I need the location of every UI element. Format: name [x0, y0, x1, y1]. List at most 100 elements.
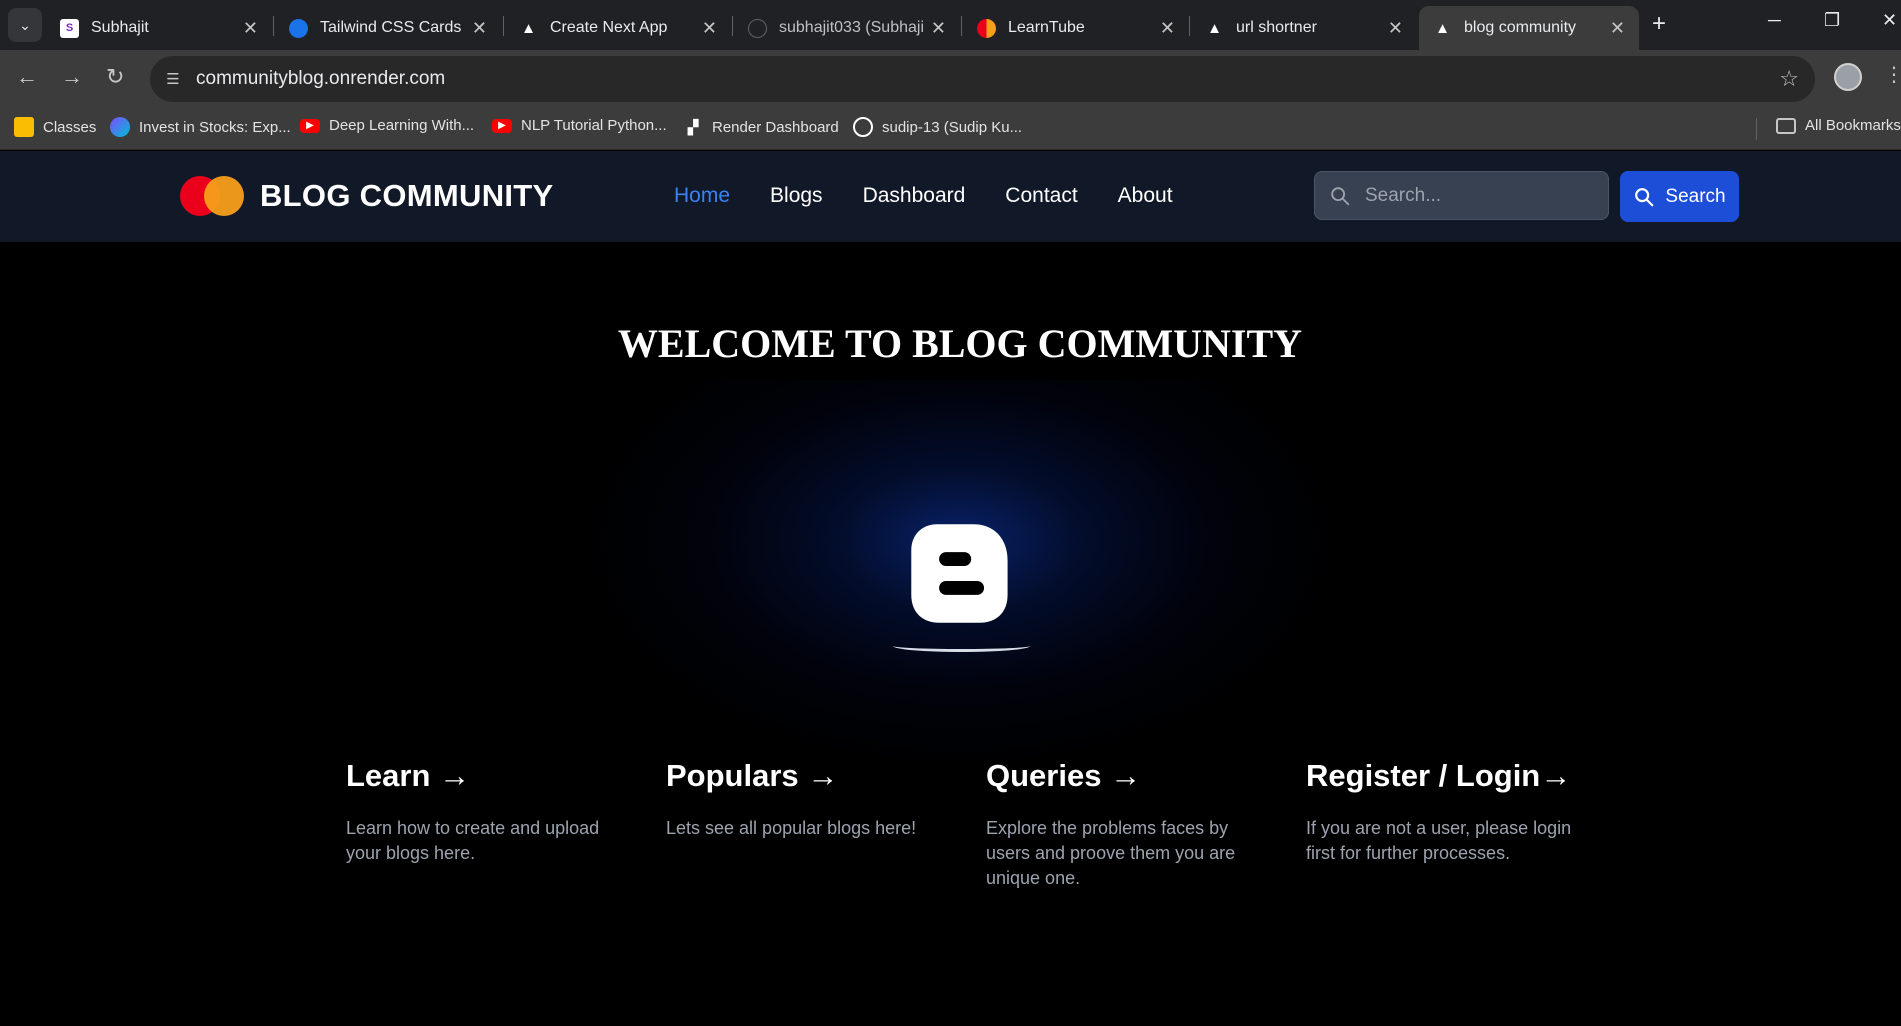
- browser-tabstrip: ⌄ S Subhajit ✕ Tailwind CSS Cards - ✕ ▲ …: [0, 0, 1901, 50]
- feature-card-text: Explore the problems faces by users and …: [986, 818, 1236, 888]
- bookmark-item[interactable]: Classes: [14, 117, 96, 137]
- tab-close-icon[interactable]: ✕: [472, 18, 487, 39]
- folder-icon: [1776, 117, 1796, 134]
- feature-card-title[interactable]: Register / Login→: [1306, 758, 1586, 794]
- site-settings-tune-icon[interactable]: ☰: [162, 68, 184, 90]
- bookmark-label: sudip-13 (Sudip Ku...: [882, 118, 1023, 136]
- feature-card-text: Learn how to create and upload your blog…: [346, 818, 600, 863]
- search-icon: [1635, 187, 1654, 206]
- feature-card-queries[interactable]: Queries → Explore the problems faces by …: [986, 758, 1256, 891]
- feature-card-title[interactable]: Learn →: [346, 758, 626, 794]
- search-button-label: Search: [1665, 185, 1726, 207]
- bookmark-item[interactable]: ▞ Render Dashboard: [683, 117, 839, 137]
- blogger-icon-underline: [893, 640, 1030, 652]
- feature-card-learn[interactable]: Learn → Learn how to create and upload y…: [346, 758, 626, 866]
- browser-tab[interactable]: ▲ url shortner ✕: [1191, 6, 1417, 50]
- feature-card-register-login[interactable]: Register / Login→ If you are not a user,…: [1306, 758, 1586, 866]
- restore-icon[interactable]: ❐: [1824, 10, 1840, 31]
- search-button[interactable]: Search: [1620, 171, 1739, 222]
- tab-title: LearnTube: [1008, 19, 1085, 36]
- feature-card-text: Lets see all popular blogs here!: [666, 818, 917, 838]
- classroom-icon: [14, 117, 34, 137]
- browser-tab-active[interactable]: ▲ blog community ✕: [1419, 6, 1639, 50]
- back-arrow-icon[interactable]: ←: [16, 64, 38, 90]
- all-bookmarks-label: All Bookmarks: [1805, 117, 1901, 134]
- bookmark-label: Render Dashboard: [712, 118, 839, 136]
- bookmark-item[interactable]: sudip-13 (Sudip Ku...: [853, 117, 1022, 137]
- tab-favicon-icon: [289, 18, 308, 38]
- browser-tab[interactable]: LearnTube ✕: [963, 6, 1189, 50]
- site-navbar: BLOG COMMUNITY Home Blogs Dashboard Cont…: [0, 151, 1901, 242]
- nav-link-home[interactable]: Home: [674, 184, 730, 208]
- search-icon: [1331, 187, 1350, 206]
- tab-favicon-icon: S: [60, 18, 79, 38]
- browser-toolbar: ← → ↻ ☰ communityblog.onrender.com ☆ ⋮: [0, 50, 1901, 108]
- brand-name: BLOG COMMUNITY: [260, 178, 554, 213]
- nav-link-about[interactable]: About: [1118, 184, 1173, 208]
- feature-card-populars[interactable]: Populars → Lets see all popular blogs he…: [666, 758, 946, 841]
- bookmark-star-icon[interactable]: ☆: [1779, 66, 1799, 92]
- browser-tab[interactable]: Tailwind CSS Cards - ✕: [275, 6, 501, 50]
- tab-favicon-icon: [977, 18, 996, 38]
- tab-search-chevron-down-icon[interactable]: ⌄: [8, 8, 42, 42]
- nav-link-contact[interactable]: Contact: [1005, 184, 1077, 208]
- tab-title: blog community: [1464, 19, 1577, 36]
- tab-favicon-icon: [748, 18, 767, 38]
- feature-card-text: If you are not a user, please login firs…: [1306, 818, 1572, 863]
- all-bookmarks[interactable]: All Bookmarks: [1776, 117, 1901, 134]
- hero-title: WELCOME TO BLOG COMMUNITY: [617, 321, 1303, 366]
- bookmark-item[interactable]: ▶ Deep Learning With...: [300, 117, 474, 134]
- close-window-icon[interactable]: ✕: [1882, 10, 1897, 31]
- minimize-icon[interactable]: ─: [1768, 10, 1781, 31]
- address-bar[interactable]: ☰ communityblog.onrender.com ☆: [150, 56, 1815, 102]
- feature-card-title[interactable]: Populars →: [666, 758, 946, 794]
- render-icon: ▞: [687, 118, 699, 135]
- profile-avatar[interactable]: [1834, 63, 1862, 91]
- tab-title: Create Next App: [550, 19, 668, 36]
- bookmark-label: Classes: [43, 118, 97, 136]
- bookmark-item[interactable]: ▶ NLP Tutorial Python...: [492, 117, 667, 134]
- tab-close-icon[interactable]: ✕: [1160, 18, 1175, 39]
- tab-close-icon[interactable]: ✕: [931, 18, 946, 39]
- tab-divider: [961, 16, 962, 36]
- tab-favicon-icon: ▲: [521, 19, 536, 37]
- tab-close-icon[interactable]: ✕: [702, 18, 717, 39]
- reload-icon[interactable]: ↻: [106, 64, 124, 90]
- bookmarks-divider: [1756, 118, 1757, 140]
- tab-title: Tailwind CSS Cards -: [320, 19, 464, 36]
- browser-tab[interactable]: S Subhajit ✕: [46, 6, 272, 50]
- address-url[interactable]: communityblog.onrender.com: [196, 68, 445, 90]
- search-field[interactable]: [1314, 171, 1609, 220]
- nav-link-dashboard[interactable]: Dashboard: [863, 184, 966, 208]
- tab-close-icon[interactable]: ✕: [243, 18, 258, 39]
- tab-divider: [1189, 16, 1190, 36]
- github-icon: [853, 117, 873, 137]
- tab-close-icon[interactable]: ✕: [1610, 18, 1625, 39]
- globe-icon: [110, 117, 130, 137]
- search-input[interactable]: [1365, 172, 1600, 219]
- bookmark-label: NLP Tutorial Python...: [521, 117, 667, 134]
- bookmark-label: Deep Learning With...: [329, 117, 475, 134]
- bookmarks-bar: Classes Invest in Stocks: Exp... ▶ Deep …: [0, 108, 1901, 150]
- brand-logo-link[interactable]: BLOG COMMUNITY: [180, 176, 554, 216]
- tab-title: subhajit033 (Subhajit: [779, 19, 923, 36]
- forward-arrow-icon[interactable]: →: [61, 64, 83, 90]
- tab-close-icon[interactable]: ✕: [1388, 18, 1403, 39]
- bookmark-item[interactable]: Invest in Stocks: Exp...: [110, 117, 291, 137]
- new-tab-plus-icon[interactable]: +: [1652, 10, 1666, 38]
- bookmark-label: Invest in Stocks: Exp...: [139, 118, 291, 136]
- tab-favicon-icon: ▲: [1207, 19, 1222, 37]
- youtube-icon: ▶: [300, 118, 320, 133]
- nav-links: Home Blogs Dashboard Contact About: [674, 184, 1213, 208]
- feature-card-title[interactable]: Queries →: [986, 758, 1256, 794]
- tab-favicon-icon: ▲: [1435, 19, 1450, 37]
- tab-title: Subhajit: [91, 19, 149, 36]
- browser-tab[interactable]: subhajit033 (Subhajit ✕: [734, 6, 960, 50]
- browser-tab[interactable]: ▲ Create Next App ✕: [505, 6, 731, 50]
- browser-menu-icon[interactable]: ⋮: [1884, 62, 1901, 87]
- blogger-icon: [911, 524, 1008, 623]
- tab-divider: [732, 16, 733, 36]
- tab-divider: [273, 16, 274, 36]
- youtube-icon: ▶: [492, 118, 512, 133]
- nav-link-blogs[interactable]: Blogs: [770, 184, 823, 208]
